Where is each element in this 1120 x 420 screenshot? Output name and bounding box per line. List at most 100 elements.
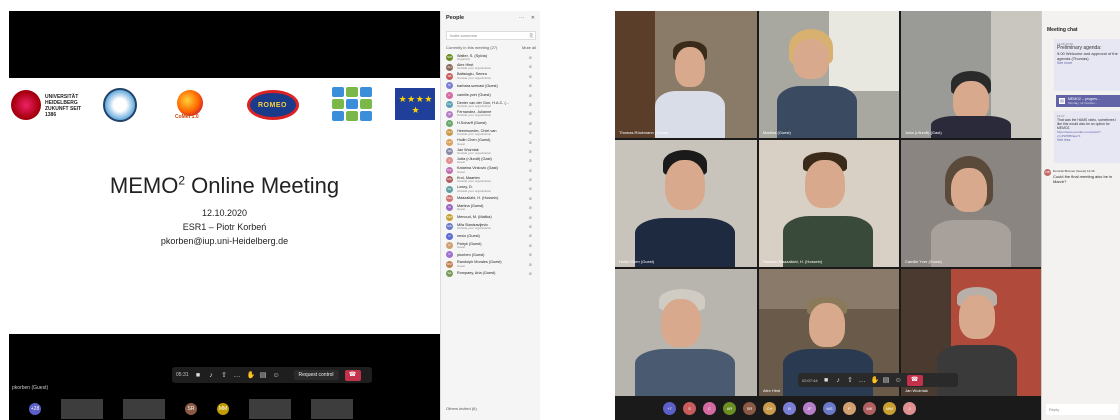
video-thumb[interactable] (123, 398, 165, 419)
participant-role: Outside your organization (457, 151, 492, 155)
see-less-link[interactable]: See less (1057, 138, 1118, 142)
avatar[interactable]: JF (803, 401, 816, 415)
right-teams-window: Thomas Röckmann (Guest) Martina (Guest) … (615, 11, 1120, 420)
participant-name: Menoud, M. (Malika) (457, 215, 492, 220)
share-link-icon[interactable]: ⎘ (530, 32, 533, 40)
left-teams-window: UNIVERSITÄT HEIDELBERG ZUKUNFT SEIT 1386… (9, 11, 540, 420)
invite-input[interactable]: Invite someone ⎘ (446, 31, 536, 40)
avatar[interactable]: MS (823, 401, 836, 415)
participant-row[interactable]: DV Denier van der Gon, H.A.C. (... Outside… (446, 100, 538, 109)
participant-row[interactable]: CH Heemsoeder, Chiel van Outside your orga… (446, 128, 538, 137)
slide-email: pkorben@iup.uni-Heidelberg.de (160, 236, 289, 246)
mic-icon[interactable]: ♪ (208, 372, 215, 379)
participant-row[interactable]: HC Huilin Chen (Guest) Guest ⊘ (446, 138, 538, 147)
others-invited-header[interactable]: Others invited (6) (446, 406, 477, 411)
participant-row[interactable]: JF Fernandez, Julianne Outside your organi… (446, 109, 538, 118)
avatar: DB (1044, 169, 1051, 176)
participant-row[interactable]: AH Alex Hirst Outside your organization ⊘ (446, 62, 538, 71)
participant-row[interactable]: Ccamille.yver (Guest) ⊘ (446, 91, 538, 100)
avatar[interactable]: CH (763, 401, 776, 415)
participant-name: barbara.szenasi (Guest) (457, 83, 498, 88)
participant-row[interactable]: MH Maazallahi, H. (Hossein) ⊘ (446, 194, 538, 203)
video-tile[interactable] (615, 269, 757, 396)
participant-name: pkorben (Guest) (457, 252, 485, 257)
participant-row[interactable]: KV Katarina Vinkovic (Gast) Guest ⊘ (446, 166, 538, 175)
participant-row[interactable]: Bbarbara.szenasi (Guest) ⊘ (446, 81, 538, 90)
mic-icon[interactable]: ♪ (835, 377, 842, 384)
hangup-button[interactable]: ☎ (906, 374, 923, 386)
participant-row[interactable]: H H.Scharff (Guest) ⊘ (446, 119, 538, 128)
participant-name: Maazallahi, H. (Hossein) (457, 196, 499, 201)
more-icon[interactable]: … (234, 372, 241, 379)
more-options-icon[interactable]: ··· (519, 15, 524, 21)
participant-role: Outside your organization (457, 104, 492, 109)
avatar[interactable]: MM (217, 402, 229, 415)
participant-row[interactable]: DL Lowry, D. Outside your organization ⊘ (446, 184, 538, 193)
slide-title: MEMO2 Online Meeting (109, 173, 340, 198)
more-icon[interactable]: … (859, 377, 866, 384)
message-link[interactable]: https://www.youtube.com/watch?v=yPWf0B0a… (1057, 130, 1118, 138)
video-tile[interactable]: Martina (Guest) (759, 11, 899, 138)
camera-icon[interactable]: ■ (195, 372, 202, 379)
request-control-button[interactable]: Request control (293, 370, 339, 380)
participant-name: nesio (Guest) (457, 233, 480, 238)
overflow-avatar[interactable]: +7 (663, 401, 676, 415)
chat-icon[interactable]: ▤ (260, 372, 267, 379)
video-thumb[interactable] (311, 398, 353, 419)
reply-input[interactable]: Reply (1046, 404, 1118, 415)
participant-row[interactable]: Nnesio (Guest) ⊘ (446, 231, 538, 240)
participant-row[interactable]: MK Krol, Maarten Outside your organization… (446, 175, 538, 184)
avatar[interactable]: C (703, 401, 716, 415)
mic-muted-icon: ⊘ (528, 55, 532, 60)
participant-row[interactable]: P Patryk (Guest) Guest ⊘ (446, 241, 538, 250)
chat-icon[interactable]: ▤ (883, 377, 890, 384)
raise-hand-icon[interactable]: ✋ (871, 377, 880, 384)
raise-hand-icon[interactable]: ✋ (247, 372, 256, 379)
participant-row[interactable]: SW Walter, S. (Sylvia) Organizer ⊘ (446, 53, 538, 62)
close-icon[interactable]: ✕ (531, 15, 535, 21)
share-icon[interactable]: ⇧ (847, 377, 854, 384)
video-thumb[interactable] (61, 398, 103, 419)
participant-row[interactable]: JW Jan Woźniak Outside your organization ⊘ (446, 147, 538, 156)
in-meeting-header[interactable]: Currently in this meeting (27) (446, 45, 497, 50)
participants-icon[interactable]: ☺ (273, 372, 280, 379)
meeting-chat-pane: Meeting chat 14.09 13:40 Preliminary age… (1041, 11, 1120, 420)
participant-row[interactable]: SB Baltsioglu, Semra Outside your organiza… (446, 72, 538, 81)
file-attachment[interactable]: ▤ MEMO2 -- progres... Monday, 12 October… (1056, 95, 1120, 107)
participant-row[interactable]: SA Rompaey, Aria (Guest) ⊘ (446, 269, 538, 278)
share-icon[interactable]: ⇧ (221, 372, 228, 379)
tile-name: Alex Hirst (763, 388, 781, 393)
participant-row[interactable]: J Jutta (rJlundt) (Gast) Guest ⊘ (446, 156, 538, 165)
see-more-link[interactable]: See more (1057, 61, 1118, 65)
participant-role: Outside your organization (457, 113, 492, 118)
video-tile[interactable]: Hossein Maazallahi, H. (Hossein) (759, 140, 899, 267)
avatar[interactable]: J (903, 401, 916, 415)
video-tile[interactable]: Jutta (rJlundt) (Gast) (901, 11, 1041, 138)
participant-row[interactable]: MS Mila Stanisavljevic Outside your organi… (446, 222, 538, 231)
avatar[interactable]: SR (185, 402, 197, 415)
avatar[interactable]: P (843, 401, 856, 415)
mic-muted-icon: ⊘ (528, 242, 532, 248)
video-tile[interactable]: Thomas Röckmann (Guest) (615, 11, 757, 138)
participant-role: Outside your organization (457, 132, 492, 137)
mute-all-button[interactable]: Mute all (522, 45, 536, 50)
tile-name: Martina (Guest) (763, 130, 791, 135)
avatar[interactable]: MK (863, 401, 876, 415)
avatar[interactable]: S (683, 401, 696, 415)
participant-row[interactable]: RM Randolph Morales (Guest) Guest ⊘ (446, 260, 538, 269)
video-tile[interactable]: Camille Yver (Guest) (901, 140, 1041, 267)
participant-row[interactable]: MM Menoud, M. (Malika) ⊘ (446, 213, 538, 222)
participants-icon[interactable]: ☺ (895, 377, 902, 384)
video-thumb[interactable] (249, 398, 291, 419)
shared-screen-stage: UNIVERSITÄT HEIDELBERG ZUKUNFT SEIT 1386… (9, 11, 440, 420)
avatar[interactable]: MM (883, 401, 896, 415)
avatar[interactable]: AR (723, 401, 736, 415)
avatar[interactable]: B (783, 401, 796, 415)
video-tile[interactable]: Huilin Chen (Guest) (615, 140, 757, 267)
participant-row[interactable]: M Martina (Guest) Guest ⊘ (446, 203, 538, 212)
avatar[interactable]: SR (743, 401, 756, 415)
overflow-avatar[interactable]: +28 (29, 402, 41, 415)
participant-row[interactable]: Ppkorben (Guest) ⊘ (446, 250, 538, 259)
camera-icon[interactable]: ■ (823, 377, 830, 384)
hangup-button[interactable]: ☎ (344, 369, 361, 381)
